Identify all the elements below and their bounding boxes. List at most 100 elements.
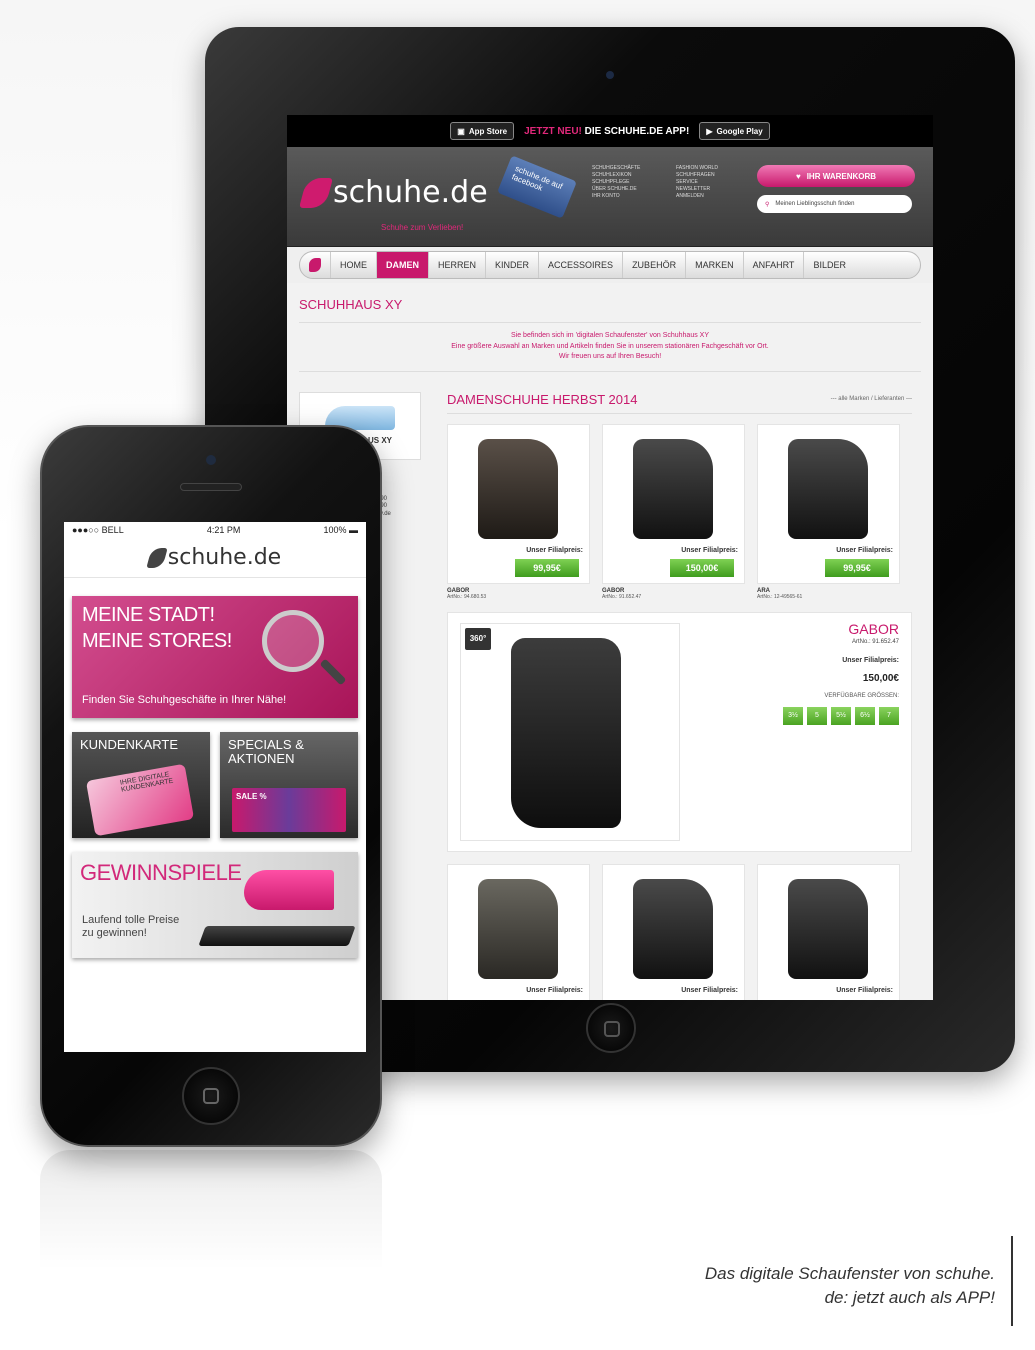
- facebook-tag[interactable]: schuhe.de auf facebook: [497, 155, 577, 219]
- featured-product: 360° GABOR ArtNo.: 91.652.47 Unser Filia…: [447, 611, 912, 852]
- nav-item-home[interactable]: HOME: [330, 252, 376, 278]
- size-option[interactable]: 6½: [855, 706, 875, 725]
- nav-item-accessoires[interactable]: ACCESSOIRES: [538, 252, 622, 278]
- sidebar-line: 890: [377, 503, 388, 510]
- tablet-camera: [606, 71, 614, 79]
- header-link[interactable]: SCHUHPFLEGE: [592, 179, 672, 185]
- heels-image: [244, 870, 334, 910]
- header-link[interactable]: ANMELDEN: [676, 193, 746, 199]
- logo-icon: [298, 177, 334, 208]
- product-card[interactable]: Unser Filialpreis: 99,95€ GABOR ArtNo.: …: [447, 423, 590, 600]
- product-image[interactable]: Unser Filialpreis: 99,95€: [757, 423, 900, 584]
- header-link[interactable]: ÜBER SCHUHE.DE: [592, 186, 672, 192]
- intro-line: Sie befinden sich im 'digitalen Schaufen…: [510, 332, 710, 339]
- product-card[interactable]: Unser Filialpreis:: [602, 863, 745, 1000]
- size-option[interactable]: 5: [807, 706, 827, 725]
- google-play-badge[interactable]: ▶ Google Play: [699, 122, 770, 140]
- section-header: DAMENSCHUHE HERBST 2014 --- alle Marken …: [447, 392, 912, 414]
- product-grid: Unser Filialpreis: 99,95€ GABOR ArtNo.: …: [447, 423, 912, 600]
- product-image[interactable]: Unser Filialpreis:: [447, 863, 590, 1000]
- header-link[interactable]: FASHION WORLD: [676, 165, 746, 171]
- contests-subtitle-line: zu gewinnen!: [82, 927, 147, 940]
- search-placeholder: Meinen Lieblingsschuh finden: [775, 201, 855, 207]
- contests-title: GEWINNSPIELE: [80, 860, 242, 885]
- nav-home-icon[interactable]: [300, 252, 330, 278]
- apple-icon: ▣: [457, 126, 465, 136]
- nav-item-zubehoer[interactable]: ZUBEHÖR: [622, 252, 685, 278]
- cart-button[interactable]: ♥ IHR WARENKORB: [757, 165, 915, 187]
- header-link[interactable]: SCHUHGESCHÄFTE: [592, 165, 672, 171]
- size-option[interactable]: 3½: [783, 706, 803, 725]
- phone-device: ●●●○○ BELL 4:21 PM 100% ▬ schuhe.de MEIN…: [40, 425, 382, 1147]
- app-store-label: App Store: [468, 126, 508, 136]
- featured-price-label: Unser Filialpreis:: [842, 656, 899, 664]
- product-card[interactable]: Unser Filialpreis: 99,95€ ARA ArtNo.: 12…: [757, 423, 900, 600]
- app-store-badge[interactable]: ▣ App Store: [450, 122, 515, 140]
- size-options: 3½ 5 5½ 6½ 7: [783, 706, 899, 725]
- header-link[interactable]: NEWSLETTER: [676, 186, 746, 192]
- featured-price: 150,00€: [862, 672, 899, 684]
- featured-brand: GABOR: [848, 620, 899, 637]
- nav-item-anfahrt[interactable]: ANFAHRT: [742, 252, 804, 278]
- tablet-home-button[interactable]: [586, 1003, 636, 1053]
- specials-title-line: SPECIALS &: [228, 737, 304, 752]
- size-option[interactable]: 7: [879, 706, 899, 725]
- logo-tagline: Schuhe zum Verlieben!: [381, 223, 464, 232]
- search-input[interactable]: ⚲ Meinen Lieblingsschuh finden: [757, 195, 912, 213]
- rotate-360-badge[interactable]: 360°: [465, 627, 491, 650]
- nav-item-herren[interactable]: HERREN: [428, 252, 485, 278]
- battery-percent: 100%: [323, 525, 347, 535]
- product-card[interactable]: Unser Filialpreis:: [447, 863, 590, 1000]
- product-grid: Unser Filialpreis: Unser Filialpreis: Un…: [447, 863, 912, 1000]
- caption-divider: [1011, 1236, 1013, 1326]
- sizes-label: VERFÜGBARE GRÖSSEN:: [824, 692, 899, 699]
- tablet-image: [198, 926, 356, 946]
- magnifier-handle: [319, 658, 347, 686]
- header-link[interactable]: SERVICE: [676, 179, 746, 185]
- home-square-icon: [203, 1088, 219, 1104]
- customer-card-tile[interactable]: KUNDENKARTE IHRE DIGITALE KUNDENKARTE: [72, 732, 210, 838]
- product-section: DAMENSCHUHE HERBST 2014 --- alle Marken …: [447, 392, 912, 1000]
- site-header: schuhe.de Schuhe zum Verlieben! schuhe.d…: [287, 147, 933, 247]
- nav-item-bilder[interactable]: BILDER: [803, 252, 855, 278]
- battery-icon: ▬: [349, 525, 358, 535]
- size-option[interactable]: 5½: [831, 706, 851, 725]
- phone-home-button[interactable]: [182, 1067, 240, 1125]
- brand-filter[interactable]: --- alle Marken / Lieferanten ---: [831, 396, 912, 402]
- header-link[interactable]: SCHUHLEXIKON: [592, 172, 672, 178]
- product-image[interactable]: Unser Filialpreis: 99,95€: [447, 423, 590, 584]
- header-link[interactable]: IHR KONTO: [592, 193, 672, 199]
- header-link[interactable]: SCHUHFRAGEN: [676, 172, 746, 178]
- specials-title-line: AKTIONEN: [228, 751, 295, 767]
- price-label: Unser Filialpreis:: [836, 986, 893, 994]
- product-image[interactable]: Unser Filialpreis: 150,00€: [602, 423, 745, 584]
- product-card[interactable]: Unser Filialpreis:: [757, 863, 900, 1000]
- contests-tile[interactable]: GEWINNSPIELE Laufend tolle Preise zu gew…: [72, 852, 358, 958]
- phone-reflection: [40, 1150, 382, 1270]
- price-badge: 99,95€: [825, 558, 889, 577]
- site-logo[interactable]: schuhe.de: [298, 175, 488, 210]
- phone-screen: ●●●○○ BELL 4:21 PM 100% ▬ schuhe.de MEIN…: [64, 522, 366, 1052]
- product-card[interactable]: Unser Filialpreis: 150,00€ GABOR ArtNo.:…: [602, 423, 745, 600]
- featured-image[interactable]: 360°: [460, 622, 680, 841]
- price-label: Unser Filialpreis:: [681, 986, 738, 994]
- product-image[interactable]: Unser Filialpreis:: [602, 863, 745, 1000]
- phone-speaker: [180, 483, 242, 491]
- nav-item-damen[interactable]: DAMEN: [376, 252, 428, 278]
- promo-text: JETZT NEU! DIE SCHUHE.DE APP!: [524, 126, 689, 137]
- specials-tile[interactable]: SPECIALS & AKTIONEN SALE %: [220, 732, 358, 838]
- intro-line: Wir freuen uns auf Ihren Besuch!: [558, 353, 662, 360]
- product-image[interactable]: Unser Filialpreis:: [757, 863, 900, 1000]
- logo-icon: [146, 547, 168, 568]
- header-links: SCHUHGESCHÄFTE FASHION WORLD SCHUHLEXIKO…: [592, 165, 746, 199]
- main-nav-wrap: HOME DAMEN HERREN KINDER ACCESSOIRES ZUB…: [287, 247, 933, 283]
- nav-item-kinder[interactable]: KINDER: [485, 252, 538, 278]
- tall-boot-image: [511, 637, 621, 828]
- caption-line: de: jetzt auch als APP!: [824, 1287, 995, 1307]
- app-promo-bar: ▣ App Store JETZT NEU! DIE SCHUHE.DE APP…: [287, 115, 933, 147]
- status-bar: ●●●○○ BELL 4:21 PM 100% ▬: [64, 522, 366, 538]
- stores-tile[interactable]: MEINE STADT! MEINE STORES! Finden Sie Sc…: [72, 596, 358, 718]
- stores-title-line: MEINE STORES!: [82, 630, 232, 652]
- logo-text: schuhe.de: [333, 175, 488, 210]
- nav-item-marken[interactable]: MARKEN: [685, 252, 743, 278]
